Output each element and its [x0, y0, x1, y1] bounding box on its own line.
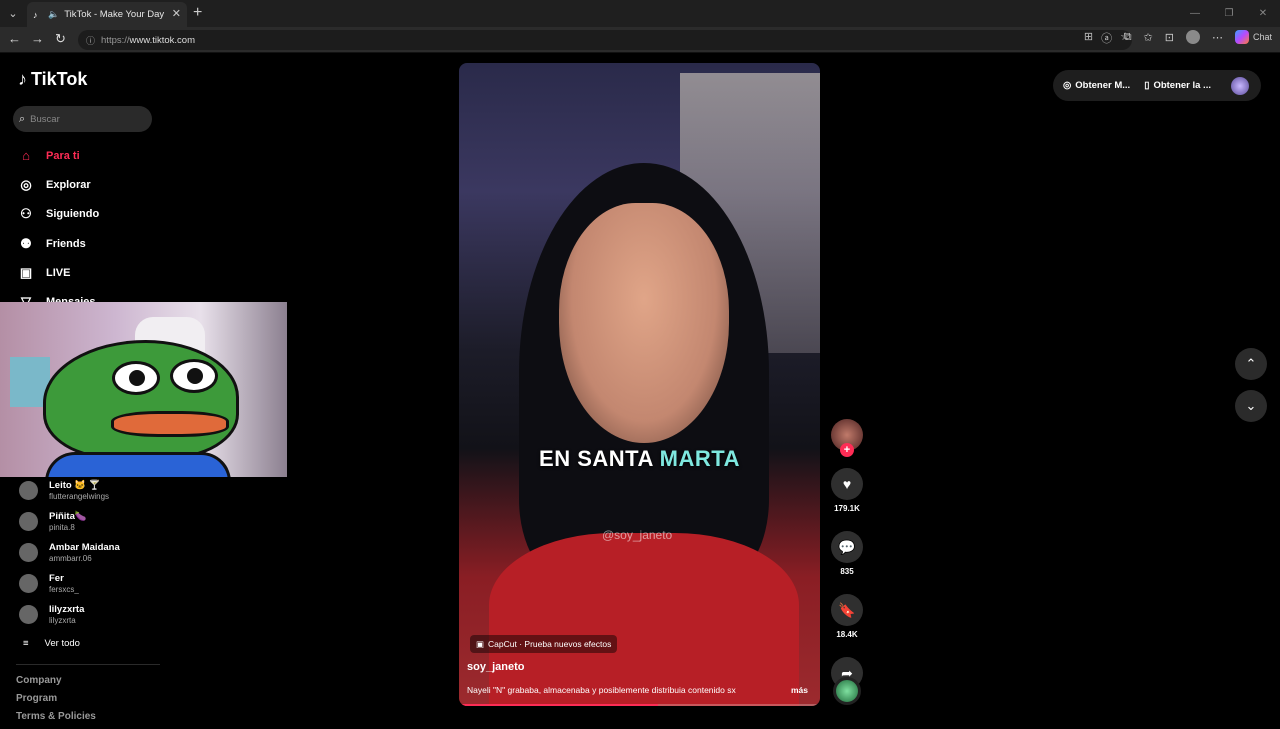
- speaker-icon[interactable]: 🔈: [48, 9, 59, 20]
- user-avatar[interactable]: [1231, 77, 1249, 95]
- top-right-actions: ◎ Obtener M... ▯ Obtener la ...: [1053, 70, 1261, 101]
- profile-avatar[interactable]: [1185, 30, 1200, 44]
- heart-icon: ♥: [831, 468, 863, 500]
- pupil: [187, 368, 203, 384]
- video-player[interactable]: EN SANTA MARTA @soy_janeto ▣ CapCut · Pru…: [459, 63, 820, 706]
- like-button[interactable]: ♥ 179.1K: [831, 468, 863, 513]
- compass-icon: ◎: [20, 176, 32, 192]
- nav-item-para-ti[interactable]: ⌂ Para ti: [18, 141, 99, 170]
- tiktok-note-icon: ♪: [18, 69, 27, 89]
- video-author[interactable]: soy_janeto: [467, 661, 524, 673]
- phone-icon: ▯: [1144, 80, 1150, 91]
- footer-links: Company Program Terms & Policies: [16, 675, 96, 729]
- video-subject-dress: [489, 533, 799, 706]
- avatar: [19, 512, 38, 531]
- frog-eye-right: [170, 359, 218, 393]
- divider: [16, 664, 160, 665]
- video-caption: EN SANTA MARTA: [539, 446, 740, 471]
- video-description: Nayeli "N" grababa, almacenaba y posible…: [467, 685, 736, 695]
- previous-video-button[interactable]: ⌃: [1235, 348, 1267, 380]
- url-input[interactable]: ⓘ https://www.tiktok.com: [78, 30, 1132, 50]
- browser-tab[interactable]: ♪ 🔈 TikTok - Make Your Day ✕: [27, 2, 187, 27]
- music-disc-icon[interactable]: [833, 677, 861, 705]
- footer-link-program[interactable]: Program: [16, 693, 96, 711]
- maximize-button[interactable]: ❐: [1212, 0, 1246, 27]
- forward-icon[interactable]: →: [31, 31, 44, 46]
- search-input[interactable]: ⌕ Buscar: [13, 106, 152, 132]
- comment-icon: 💬: [831, 531, 863, 563]
- tiktok-favicon-icon: ♪: [33, 9, 38, 20]
- follow-plus-icon[interactable]: +: [840, 443, 854, 457]
- see-all-link[interactable]: ≡ Ver todo: [19, 630, 120, 656]
- nav-item-siguiendo[interactable]: ⚇ Siguiendo: [18, 200, 99, 229]
- webcam-overlay: [0, 302, 287, 477]
- list-item[interactable]: Piñita🍆 pinita.8: [19, 506, 120, 537]
- list-item[interactable]: Leito 🐱 🍸 flutterangelwings: [19, 475, 120, 506]
- extensions-icon[interactable]: ⧉: [1124, 31, 1132, 44]
- refresh-icon[interactable]: ↻: [55, 31, 66, 47]
- frog-avatar: [43, 340, 239, 460]
- comment-button[interactable]: 💬 835: [831, 531, 863, 576]
- nav-item-live[interactable]: ▣ LIVE: [18, 258, 99, 287]
- friends-icon: ⚉: [20, 235, 32, 251]
- list-item[interactable]: Ambar Maidana ammbarr.06: [19, 537, 120, 568]
- frog-lips: [111, 411, 229, 437]
- list-icon: ≡: [23, 637, 29, 649]
- list-item[interactable]: lilyzxrta lilyzxrta: [19, 599, 120, 630]
- nav-item-explorar[interactable]: ◎ Explorar: [18, 170, 99, 199]
- window-close-button[interactable]: ✕: [1246, 0, 1280, 27]
- next-video-button[interactable]: ⌄: [1235, 390, 1267, 422]
- get-app-button[interactable]: ▯ Obtener la ...: [1144, 80, 1211, 91]
- chevron-up-icon: ⌃: [1245, 356, 1257, 371]
- video-progress-bar[interactable]: [459, 704, 820, 706]
- pupil: [129, 370, 145, 386]
- live-icon: ▣: [19, 264, 33, 280]
- minimize-button[interactable]: —: [1178, 0, 1212, 27]
- footer-link-terms[interactable]: Terms & Policies: [16, 711, 96, 729]
- action-bar: + ♥179.1K 💬835 🔖18.4K ➦12.2K: [831, 419, 863, 702]
- site-info-icon[interactable]: ⓘ: [86, 34, 95, 47]
- main-nav: ⌂ Para ti ◎ Explorar ⚇ Siguiendo ⚉ Friends ▣…: [18, 141, 99, 317]
- tab-list-icon[interactable]: ⌄: [0, 0, 26, 27]
- copilot-chat-button[interactable]: Chat: [1234, 30, 1272, 44]
- more-button[interactable]: más: [791, 685, 808, 695]
- tiktok-logo[interactable]: ♪ TikTok: [18, 69, 87, 90]
- video-watermark: @soy_janeto: [602, 528, 673, 542]
- more-menu-icon[interactable]: ⋯: [1212, 31, 1223, 44]
- back-icon[interactable]: ←: [8, 31, 21, 46]
- apps-icon[interactable]: ⊞: [1084, 30, 1093, 46]
- capcut-icon: ▣: [476, 638, 485, 649]
- avatar: [19, 574, 38, 593]
- video-subject-face: [559, 203, 729, 443]
- frog-shirt: [45, 452, 231, 477]
- chevron-down-icon: ⌄: [1245, 398, 1257, 413]
- address-bar: ← → ↻ ⓘ https://www.tiktok.com ⊞ ⓐ ☆ ⧉ ✩…: [0, 27, 1280, 53]
- avatar: [19, 481, 38, 500]
- save-button[interactable]: 🔖 18.4K: [831, 594, 863, 639]
- bookmark-icon: 🔖: [831, 594, 863, 626]
- copilot-icon: [1234, 30, 1249, 44]
- new-tab-button[interactable]: +: [193, 4, 202, 22]
- avatar: [19, 605, 38, 624]
- translate-icon[interactable]: ⓐ: [1101, 30, 1112, 46]
- footer-link-company[interactable]: Company: [16, 675, 96, 693]
- creator-avatar[interactable]: +: [831, 419, 863, 457]
- list-item[interactable]: Fer fersxcs_: [19, 568, 120, 599]
- effect-tag[interactable]: ▣ CapCut · Prueba nuevos efectos: [470, 635, 618, 653]
- avatar: [19, 543, 38, 562]
- home-icon: ⌂: [22, 148, 30, 164]
- nav-item-friends[interactable]: ⚉ Friends: [18, 229, 99, 258]
- tab-close-icon[interactable]: ✕: [172, 7, 181, 20]
- browser-tab-bar: ⌄ ♪ 🔈 TikTok - Make Your Day ✕ + — ❐ ✕: [0, 0, 1280, 27]
- progress-fill: [459, 704, 658, 706]
- tab-title: TikTok - Make Your Day: [64, 9, 165, 20]
- get-coins-button[interactable]: ◎ Obtener M...: [1063, 80, 1130, 91]
- favorites-icon[interactable]: ✩: [1144, 31, 1153, 44]
- frog-eye-left: [112, 361, 160, 395]
- search-icon: ⌕: [19, 112, 26, 125]
- coin-icon: ◎: [1063, 80, 1072, 91]
- following-accounts: Leito 🐱 🍸 flutterangelwings Piñita🍆 pinita…: [19, 475, 120, 656]
- collections-icon[interactable]: ⊡: [1165, 31, 1174, 44]
- following-icon: ⚇: [20, 206, 32, 222]
